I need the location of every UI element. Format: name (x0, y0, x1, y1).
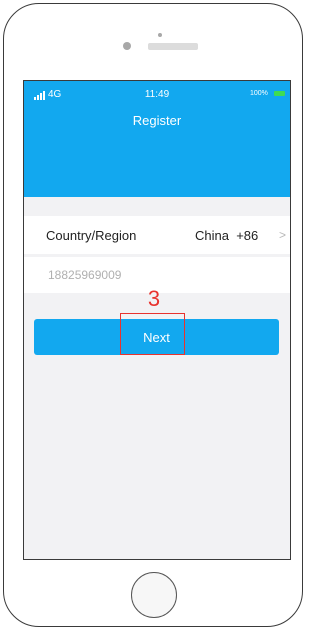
app-screen: 4G 11:49 100% Register Country/Region Ch… (23, 80, 291, 560)
country-region-value: China +86 (195, 227, 259, 243)
page-title: Register (132, 113, 182, 128)
country-region-label: Country/Region (46, 227, 137, 243)
home-button-icon[interactable] (131, 572, 177, 618)
earpiece-speaker (148, 43, 198, 50)
battery-icon (274, 91, 285, 96)
chevron-right-icon: > (279, 228, 287, 242)
register-header: 4G 11:49 100% Register (24, 81, 290, 197)
country-region-row[interactable]: Country/Region China +86 > (24, 216, 290, 254)
highlight-box (120, 313, 185, 355)
step-number-annotation: 3 (147, 286, 161, 311)
phone-number-value: 18825969009 (48, 268, 122, 282)
front-sensor (158, 33, 162, 37)
battery-percent: 100% (250, 90, 268, 97)
front-camera (123, 42, 131, 50)
